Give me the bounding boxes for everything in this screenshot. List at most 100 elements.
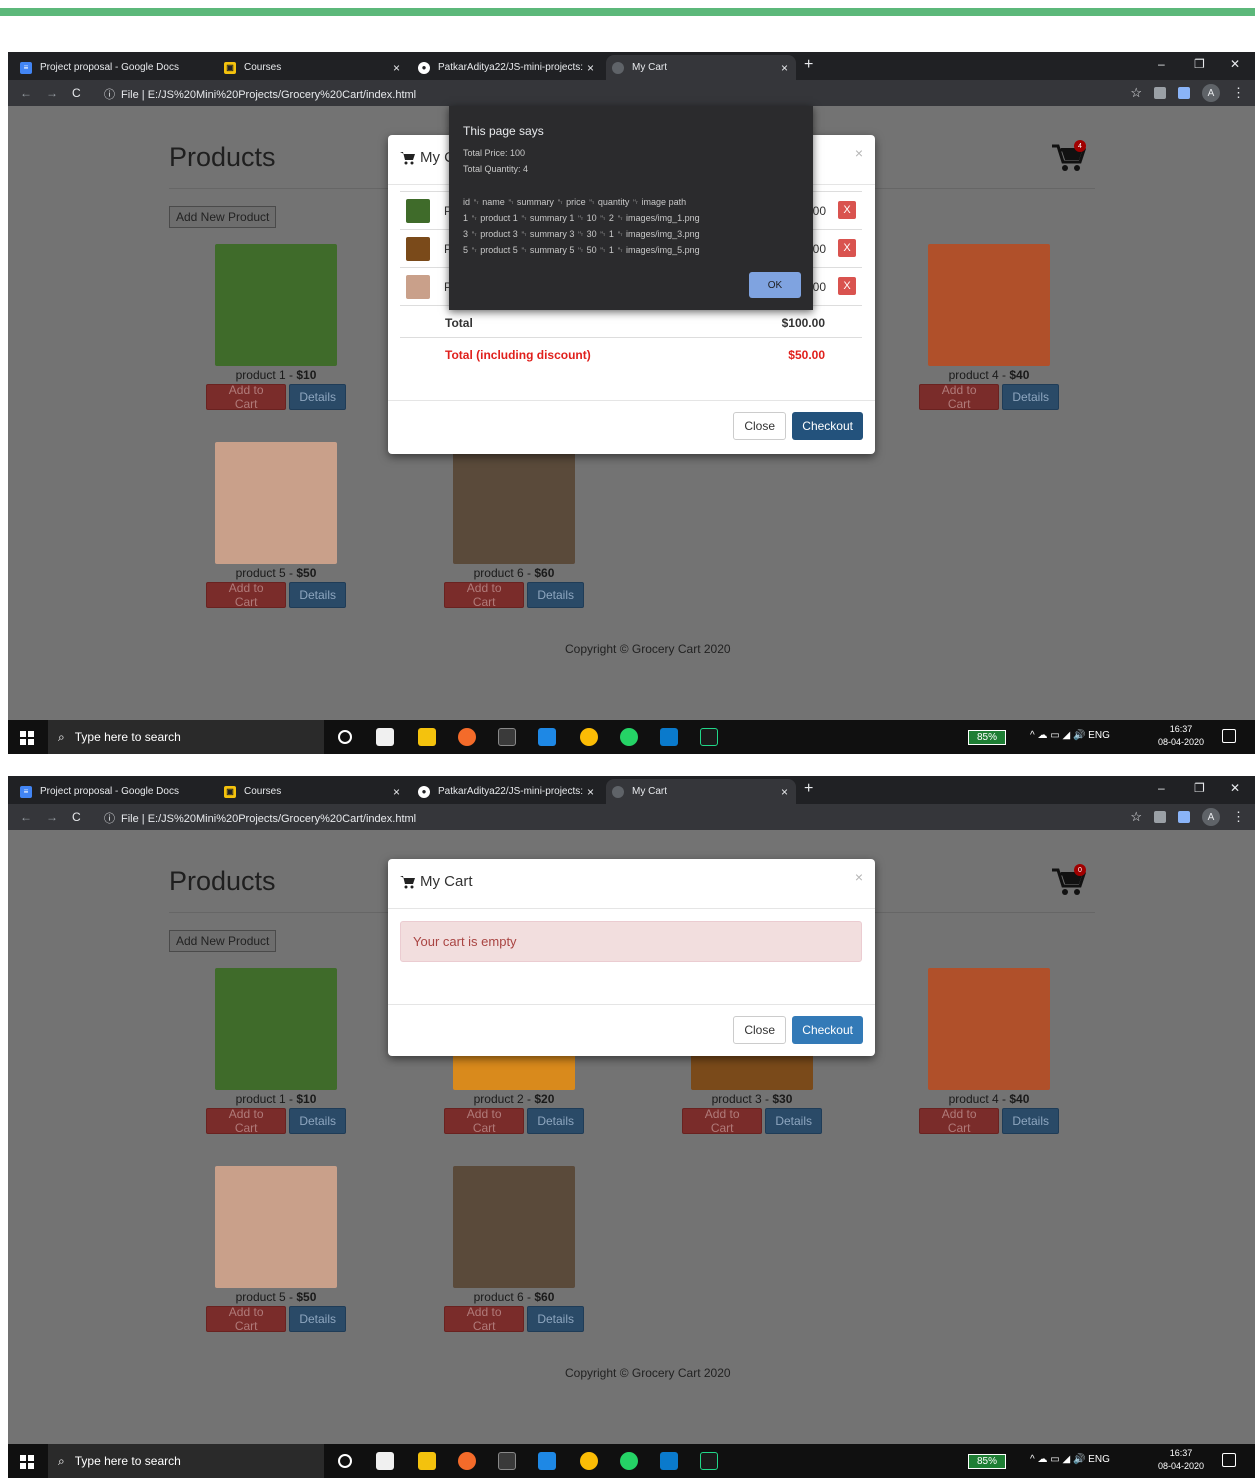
store-icon[interactable] [376,728,394,746]
minimize-button[interactable]: – [1158,57,1165,71]
window-close-button[interactable]: ✕ [1230,57,1240,71]
forward-icon[interactable]: → [46,810,58,824]
new-tab-button[interactable]: + [804,780,813,798]
windows-start-icon[interactable] [20,1455,34,1469]
vscode-icon[interactable] [660,1452,678,1470]
close-icon[interactable]: × [781,61,788,75]
details-button[interactable]: Details [765,1108,822,1134]
cortana-icon[interactable] [338,730,352,744]
details-button[interactable]: Details [289,384,346,410]
extension-icon[interactable] [1178,87,1190,99]
whatsapp-icon[interactable] [620,728,638,746]
add-to-cart-button[interactable]: Add to Cart [206,1305,287,1333]
chrome-icon[interactable] [580,728,598,746]
tab-my-cart[interactable]: My Cart × [606,55,796,80]
profile-avatar[interactable]: A [1202,808,1220,826]
menu-icon[interactable]: ⋮ [1232,85,1245,101]
close-button[interactable]: Close [733,412,786,440]
app-l-icon[interactable] [538,1452,556,1470]
add-to-cart-button[interactable]: Add to Cart [206,581,287,609]
close-icon[interactable]: × [781,785,788,799]
add-new-product-button[interactable]: Add New Product [169,930,277,952]
url-field[interactable]: ⓘ File | E:/JS%20Mini%20Projects/Grocery%… [104,810,416,826]
add-to-cart-button[interactable]: Add to Cart [444,1107,525,1135]
system-tray[interactable]: ^ ☁ ▭ ◢ 🔊 ENG [1030,1454,1110,1465]
details-button[interactable]: Details [289,582,346,608]
forward-icon[interactable]: → [46,86,58,100]
tab-my-cart[interactable]: My Cart × [606,779,796,804]
add-new-product-button[interactable]: Add New Product [169,206,277,228]
tab-github[interactable]: ● PatkarAditya22/JS-mini-projects: × [412,779,602,804]
back-icon[interactable]: ← [20,86,32,100]
checkout-button[interactable]: Checkout [792,1016,863,1044]
reload-icon[interactable]: C [72,810,81,824]
remove-item-button[interactable]: X [838,277,856,295]
modal-close-icon[interactable]: × [855,869,863,885]
add-to-cart-button[interactable]: Add to Cart [206,1107,287,1135]
file-explorer-icon[interactable] [418,728,436,746]
add-to-cart-button[interactable]: Add to Cart [919,383,1000,411]
window-close-button[interactable]: ✕ [1230,781,1240,795]
clock[interactable]: 16:37 08-04-2020 [1158,723,1204,749]
profile-avatar[interactable]: A [1202,84,1220,102]
maximize-button[interactable]: ❐ [1194,781,1205,795]
modal-close-icon[interactable]: × [855,145,863,161]
star-icon[interactable]: ☆ [1130,809,1142,825]
app-icon[interactable] [458,728,476,746]
new-tab-button[interactable]: + [804,56,813,74]
checkout-button[interactable]: Checkout [792,412,863,440]
app-l-icon[interactable] [538,728,556,746]
close-icon[interactable]: × [393,785,400,799]
details-button[interactable]: Details [527,1306,584,1332]
file-explorer-icon[interactable] [418,1452,436,1470]
add-to-cart-button[interactable]: Add to Cart [444,1305,525,1333]
tab-google-docs[interactable]: ≡ Project proposal - Google Docs [14,55,214,80]
menu-icon[interactable]: ⋮ [1232,809,1245,825]
remove-item-button[interactable]: X [838,201,856,219]
details-button[interactable]: Details [527,582,584,608]
tab-google-docs[interactable]: ≡ Project proposal - Google Docs [14,779,214,804]
remove-item-button[interactable]: X [838,239,856,257]
tab-courses[interactable]: ▣ Courses × [218,779,408,804]
add-to-cart-button[interactable]: Add to Cart [919,1107,1000,1135]
terminal-icon[interactable] [498,1452,516,1470]
close-icon[interactable]: × [587,61,594,75]
terminal-icon[interactable] [498,728,516,746]
close-icon[interactable]: × [587,785,594,799]
reload-icon[interactable]: C [72,86,81,100]
pycharm-icon[interactable] [700,728,718,746]
windows-start-icon[interactable] [20,731,34,745]
taskbar-search[interactable]: ⌕ Type here to search [48,720,324,754]
add-to-cart-button[interactable]: Add to Cart [682,1107,763,1135]
store-icon[interactable] [376,1452,394,1470]
tab-courses[interactable]: ▣ Courses × [218,55,408,80]
clock[interactable]: 16:37 08-04-2020 [1158,1447,1204,1473]
url-field[interactable]: ⓘ File | E:/JS%20Mini%20Projects/Grocery%… [104,86,416,102]
pycharm-icon[interactable] [700,1452,718,1470]
close-icon[interactable]: × [393,61,400,75]
app-icon[interactable] [458,1452,476,1470]
whatsapp-icon[interactable] [620,1452,638,1470]
system-tray[interactable]: ^ ☁ ▭ ◢ 🔊 ENG [1030,730,1110,741]
add-to-cart-button[interactable]: Add to Cart [444,581,525,609]
maximize-button[interactable]: ❐ [1194,57,1205,71]
alert-ok-button[interactable]: OK [749,272,801,298]
cortana-icon[interactable] [338,1454,352,1468]
back-icon[interactable]: ← [20,810,32,824]
extension-icon[interactable] [1178,811,1190,823]
details-button[interactable]: Details [289,1306,346,1332]
close-button[interactable]: Close [733,1016,786,1044]
add-to-cart-button[interactable]: Add to Cart [206,383,287,411]
notification-icon[interactable] [1222,1453,1236,1467]
chrome-icon[interactable] [580,1452,598,1470]
vscode-icon[interactable] [660,728,678,746]
star-icon[interactable]: ☆ [1130,85,1142,101]
details-button[interactable]: Details [1002,1108,1059,1134]
notification-icon[interactable] [1222,729,1236,743]
tab-github[interactable]: ● PatkarAditya22/JS-mini-projects: × [412,55,602,80]
details-button[interactable]: Details [1002,384,1059,410]
minimize-button[interactable]: – [1158,781,1165,795]
extension-icon[interactable] [1154,87,1166,99]
details-button[interactable]: Details [527,1108,584,1134]
details-button[interactable]: Details [289,1108,346,1134]
